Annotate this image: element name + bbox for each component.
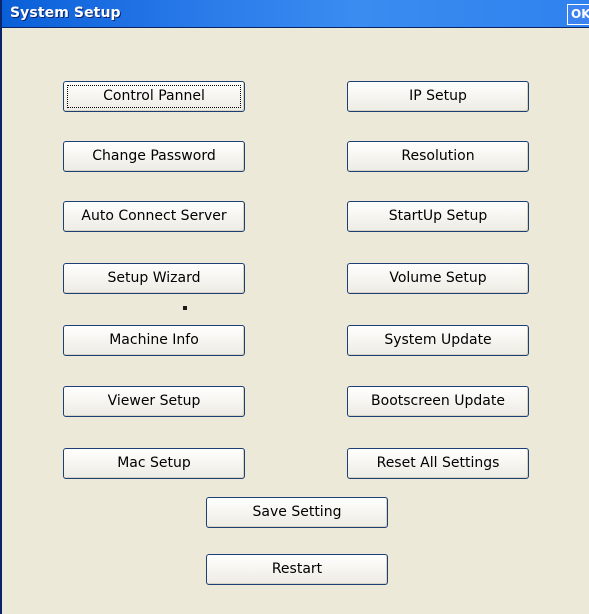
mac-setup-button[interactable]: Mac Setup <box>63 448 245 479</box>
restart-button[interactable]: Restart <box>206 554 388 585</box>
startup-setup-button[interactable]: StartUp Setup <box>347 201 529 232</box>
reset-all-settings-button[interactable]: Reset All Settings <box>347 448 529 479</box>
save-setting-button[interactable]: Save Setting <box>206 497 388 528</box>
viewer-setup-button[interactable]: Viewer Setup <box>63 386 245 417</box>
bootscreen-update-button[interactable]: Bootscreen Update <box>347 386 529 417</box>
volume-setup-button[interactable]: Volume Setup <box>347 263 529 294</box>
resolution-button[interactable]: Resolution <box>347 141 529 172</box>
control-panel-button[interactable]: Control Pannel <box>63 81 245 112</box>
title-bar: System Setup OK <box>2 0 589 28</box>
system-setup-window: System Setup OK Control Pannel IP Setup … <box>0 0 589 614</box>
setup-wizard-button[interactable]: Setup Wizard <box>63 263 245 294</box>
auto-connect-server-button[interactable]: Auto Connect Server <box>63 201 245 232</box>
system-update-button[interactable]: System Update <box>347 325 529 356</box>
cursor-dot <box>183 306 187 310</box>
change-password-button[interactable]: Change Password <box>63 141 245 172</box>
ip-setup-button[interactable]: IP Setup <box>347 81 529 112</box>
machine-info-button[interactable]: Machine Info <box>63 325 245 356</box>
window-title: System Setup <box>10 5 121 21</box>
ok-button[interactable]: OK <box>567 4 589 25</box>
